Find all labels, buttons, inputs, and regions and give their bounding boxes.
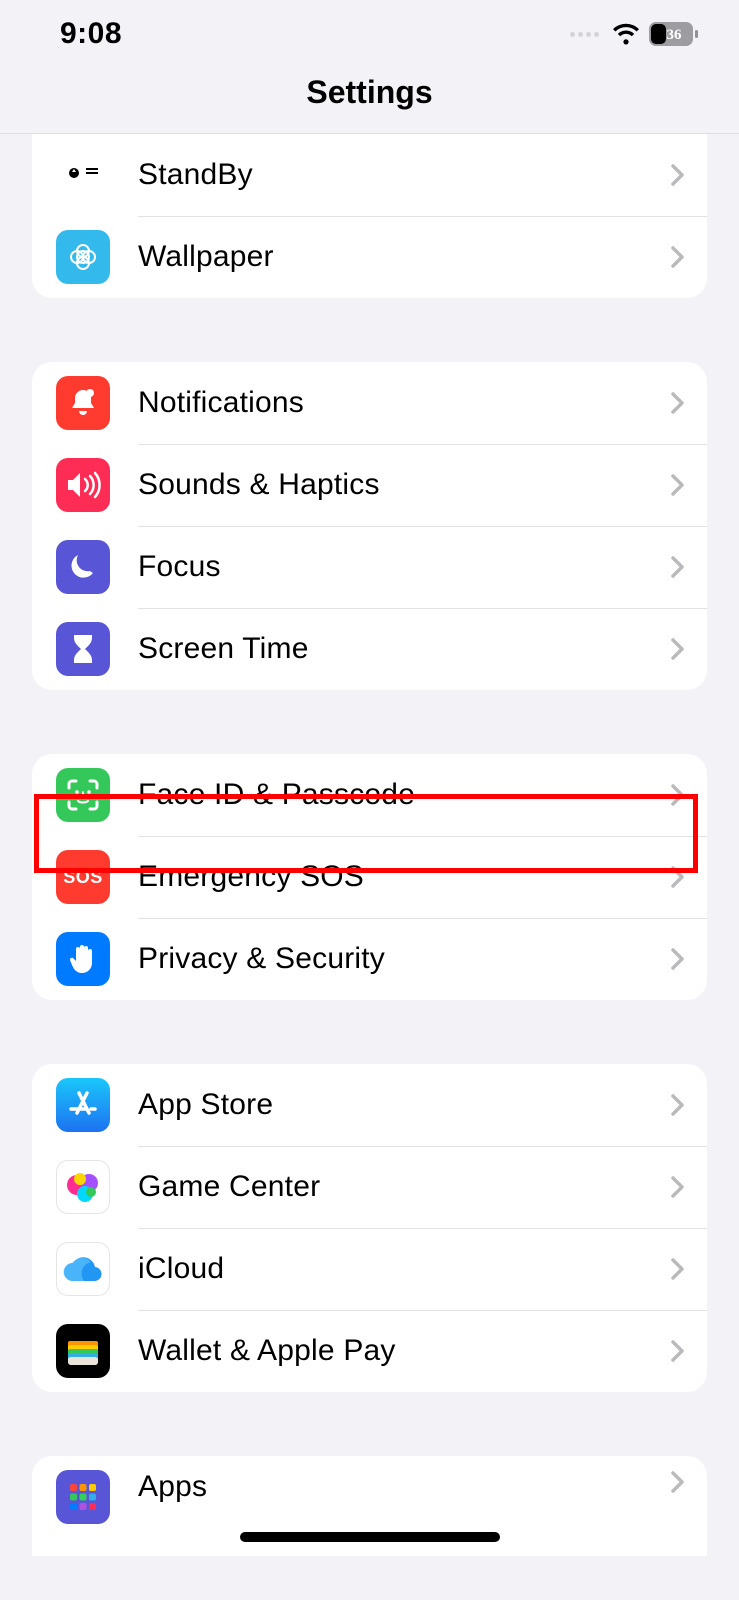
chevron-right-icon bbox=[671, 1470, 685, 1494]
chevron-right-icon bbox=[671, 1093, 685, 1117]
nav-header: Settings bbox=[0, 60, 739, 134]
row-label: Privacy & Security bbox=[138, 942, 671, 976]
page-title: Settings bbox=[0, 74, 739, 111]
status-right: 36 bbox=[570, 22, 699, 46]
row-label: Sounds & Haptics bbox=[138, 468, 671, 502]
wifi-icon bbox=[611, 23, 641, 45]
bell-icon bbox=[56, 376, 110, 430]
row-label: Wallpaper bbox=[138, 240, 671, 274]
moon-icon bbox=[56, 540, 110, 594]
hourglass-icon bbox=[56, 622, 110, 676]
row-icloud[interactable]: iCloud bbox=[32, 1228, 707, 1310]
chevron-right-icon bbox=[671, 1257, 685, 1281]
row-wallet[interactable]: Wallet & Apple Pay bbox=[32, 1310, 707, 1392]
row-label: Emergency SOS bbox=[138, 860, 671, 894]
row-label: Game Center bbox=[138, 1170, 671, 1204]
faceid-icon bbox=[56, 768, 110, 822]
svg-text:36: 36 bbox=[667, 27, 683, 43]
status-bar: 9:08 36 bbox=[0, 0, 739, 60]
chevron-right-icon bbox=[671, 163, 685, 187]
row-screentime[interactable]: Screen Time bbox=[32, 608, 707, 690]
row-label: Notifications bbox=[138, 386, 671, 420]
row-label: Focus bbox=[138, 550, 671, 584]
row-label: iCloud bbox=[138, 1252, 671, 1286]
hand-icon bbox=[56, 932, 110, 986]
speaker-icon bbox=[56, 458, 110, 512]
cellular-dots-icon bbox=[570, 32, 599, 37]
settings-group-services: App Store Game Center iCloud Wallet & Ap… bbox=[32, 1064, 707, 1392]
settings-group-security: Face ID & Passcode SOS Emergency SOS Pri… bbox=[32, 754, 707, 1000]
chevron-right-icon bbox=[671, 637, 685, 661]
battery-icon: 36 bbox=[649, 22, 699, 46]
row-sounds[interactable]: Sounds & Haptics bbox=[32, 444, 707, 526]
row-label: Face ID & Passcode bbox=[138, 778, 671, 812]
row-notifications[interactable]: Notifications bbox=[32, 362, 707, 444]
row-label: StandBy bbox=[138, 158, 671, 192]
chevron-right-icon bbox=[671, 555, 685, 579]
status-time: 9:08 bbox=[60, 17, 122, 51]
row-privacy[interactable]: Privacy & Security bbox=[32, 918, 707, 1000]
standby-icon bbox=[56, 148, 110, 202]
settings-group-display: StandBy Wallpaper bbox=[32, 134, 707, 298]
row-faceid[interactable]: Face ID & Passcode bbox=[32, 754, 707, 836]
row-focus[interactable]: Focus bbox=[32, 526, 707, 608]
row-standby[interactable]: StandBy bbox=[32, 134, 707, 216]
cloud-icon bbox=[56, 1242, 110, 1296]
chevron-right-icon bbox=[671, 947, 685, 971]
row-appstore[interactable]: App Store bbox=[32, 1064, 707, 1146]
gamecenter-icon bbox=[56, 1160, 110, 1214]
wallet-icon bbox=[56, 1324, 110, 1378]
row-sos[interactable]: SOS Emergency SOS bbox=[32, 836, 707, 918]
row-label: Screen Time bbox=[138, 632, 671, 666]
apps-icon bbox=[56, 1470, 110, 1524]
chevron-right-icon bbox=[671, 865, 685, 889]
chevron-right-icon bbox=[671, 473, 685, 497]
chevron-right-icon bbox=[671, 245, 685, 269]
row-label: Apps bbox=[138, 1470, 671, 1504]
settings-group-alerts: Notifications Sounds & Haptics Focus Scr… bbox=[32, 362, 707, 690]
row-wallpaper[interactable]: Wallpaper bbox=[32, 216, 707, 298]
row-label: App Store bbox=[138, 1088, 671, 1122]
chevron-right-icon bbox=[671, 783, 685, 807]
wallpaper-icon bbox=[56, 230, 110, 284]
appstore-icon bbox=[56, 1078, 110, 1132]
row-gamecenter[interactable]: Game Center bbox=[32, 1146, 707, 1228]
settings-content[interactable]: StandBy Wallpaper Notifications Sounds &… bbox=[0, 134, 739, 1556]
chevron-right-icon bbox=[671, 391, 685, 415]
home-indicator[interactable] bbox=[240, 1532, 500, 1542]
chevron-right-icon bbox=[671, 1339, 685, 1363]
chevron-right-icon bbox=[671, 1175, 685, 1199]
sos-icon: SOS bbox=[56, 850, 110, 904]
row-label: Wallet & Apple Pay bbox=[138, 1334, 671, 1368]
